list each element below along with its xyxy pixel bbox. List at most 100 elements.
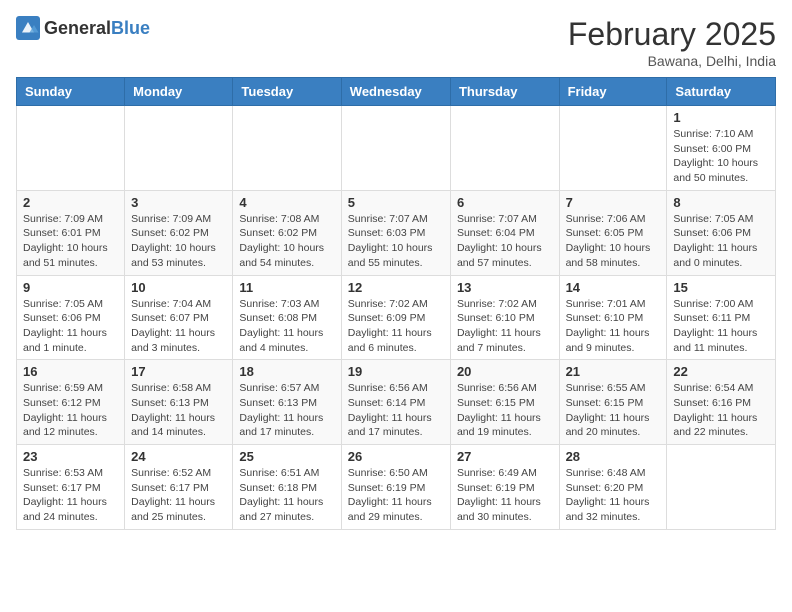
day-number: 1 [673, 110, 769, 125]
calendar-cell: 14Sunrise: 7:01 AM Sunset: 6:10 PM Dayli… [559, 275, 667, 360]
calendar-cell [667, 445, 776, 530]
day-number: 24 [131, 449, 226, 464]
location: Bawana, Delhi, India [568, 53, 776, 69]
day-number: 6 [457, 195, 553, 210]
calendar-cell [559, 106, 667, 191]
day-info: Sunrise: 6:55 AM Sunset: 6:15 PM Dayligh… [566, 381, 661, 440]
day-number: 16 [23, 364, 118, 379]
day-number: 9 [23, 280, 118, 295]
calendar-table: Sunday Monday Tuesday Wednesday Thursday… [16, 77, 776, 530]
calendar-cell: 17 Sunrise: 6:58 AM Sunset: 6:13 PM Dayli… [125, 360, 233, 445]
logo-blue-text: Blue [111, 18, 150, 38]
day-info: Sunrise: 7:09 AM Sunset: 6:01 PM Dayligh… [23, 212, 118, 271]
day-info: Sunrise: 7:06 AM Sunset: 6:05 PM Dayligh… [566, 212, 661, 271]
calendar-cell: 6 Sunrise: 7:07 AM Sunset: 6:04 PM Daylig… [450, 190, 559, 275]
calendar-cell [341, 106, 450, 191]
day-info: Sunrise: 6:58 AM Sunset: 6:13 PM Dayligh… [131, 381, 226, 440]
day-info: Sunrise: 7:00 AM Sunset: 6:11 PM Dayligh… [673, 297, 769, 356]
calendar-week-row: 2 Sunrise: 7:09 AM Sunset: 6:01 PM Daylig… [17, 190, 776, 275]
day-number: 17 [131, 364, 226, 379]
day-number: 26 [348, 449, 444, 464]
calendar-cell: 21 Sunrise: 6:55 AM Sunset: 6:15 PM Dayli… [559, 360, 667, 445]
calendar-cell: 27 Sunrise: 6:49 AM Sunset: 6:19 PM Dayli… [450, 445, 559, 530]
calendar-cell [125, 106, 233, 191]
calendar-cell: 13 Sunrise: 7:02 AM Sunset: 6:10 PM Dayli… [450, 275, 559, 360]
calendar-cell: 20 Sunrise: 6:56 AM Sunset: 6:15 PM Dayli… [450, 360, 559, 445]
day-info: Sunrise: 7:02 AM Sunset: 6:10 PM Dayligh… [457, 297, 553, 356]
day-number: 4 [239, 195, 334, 210]
calendar-cell: 22 Sunrise: 6:54 AM Sunset: 6:16 PM Dayli… [667, 360, 776, 445]
header-tuesday: Tuesday [233, 78, 341, 106]
day-number: 12 [348, 280, 444, 295]
calendar-cell: 10Sunrise: 7:04 AM Sunset: 6:07 PM Dayli… [125, 275, 233, 360]
calendar-cell: 2 Sunrise: 7:09 AM Sunset: 6:01 PM Daylig… [17, 190, 125, 275]
day-number: 7 [566, 195, 661, 210]
calendar-cell [450, 106, 559, 191]
calendar-cell: 4 Sunrise: 7:08 AM Sunset: 6:02 PM Daylig… [233, 190, 341, 275]
calendar-cell: 3Sunrise: 7:09 AM Sunset: 6:02 PM Daylig… [125, 190, 233, 275]
day-number: 8 [673, 195, 769, 210]
day-number: 11 [239, 280, 334, 295]
day-info: Sunrise: 6:56 AM Sunset: 6:15 PM Dayligh… [457, 381, 553, 440]
logo: GeneralBlue [16, 16, 150, 40]
logo-general-text: General [44, 18, 111, 38]
calendar-cell: 8 Sunrise: 7:05 AM Sunset: 6:06 PM Daylig… [667, 190, 776, 275]
day-info: Sunrise: 6:48 AM Sunset: 6:20 PM Dayligh… [566, 466, 661, 525]
day-info: Sunrise: 7:03 AM Sunset: 6:08 PM Dayligh… [239, 297, 334, 356]
day-info: Sunrise: 6:54 AM Sunset: 6:16 PM Dayligh… [673, 381, 769, 440]
calendar-cell: 25Sunrise: 6:51 AM Sunset: 6:18 PM Dayli… [233, 445, 341, 530]
day-number: 3 [131, 195, 226, 210]
calendar-week-row: 9 Sunrise: 7:05 AM Sunset: 6:06 PM Daylig… [17, 275, 776, 360]
day-number: 22 [673, 364, 769, 379]
month-title: February 2025 [568, 16, 776, 53]
calendar-cell: 24 Sunrise: 6:52 AM Sunset: 6:17 PM Dayli… [125, 445, 233, 530]
day-info: Sunrise: 7:05 AM Sunset: 6:06 PM Dayligh… [673, 212, 769, 271]
calendar-cell: 11 Sunrise: 7:03 AM Sunset: 6:08 PM Dayli… [233, 275, 341, 360]
day-info: Sunrise: 6:52 AM Sunset: 6:17 PM Dayligh… [131, 466, 226, 525]
day-number: 2 [23, 195, 118, 210]
day-info: Sunrise: 6:49 AM Sunset: 6:19 PM Dayligh… [457, 466, 553, 525]
day-info: Sunrise: 6:57 AM Sunset: 6:13 PM Dayligh… [239, 381, 334, 440]
day-info: Sunrise: 7:05 AM Sunset: 6:06 PM Dayligh… [23, 297, 118, 356]
day-info: Sunrise: 7:07 AM Sunset: 6:04 PM Dayligh… [457, 212, 553, 271]
header-sunday: Sunday [17, 78, 125, 106]
day-number: 20 [457, 364, 553, 379]
calendar-cell: 15 Sunrise: 7:00 AM Sunset: 6:11 PM Dayli… [667, 275, 776, 360]
day-info: Sunrise: 7:10 AM Sunset: 6:00 PM Dayligh… [673, 127, 769, 186]
day-number: 5 [348, 195, 444, 210]
day-info: Sunrise: 7:02 AM Sunset: 6:09 PM Dayligh… [348, 297, 444, 356]
calendar-cell: 1 Sunrise: 7:10 AM Sunset: 6:00 PM Daylig… [667, 106, 776, 191]
day-info: Sunrise: 6:51 AM Sunset: 6:18 PM Dayligh… [239, 466, 334, 525]
logo-icon [16, 16, 40, 40]
header-wednesday: Wednesday [341, 78, 450, 106]
calendar-cell: 23 Sunrise: 6:53 AM Sunset: 6:17 PM Dayli… [17, 445, 125, 530]
day-number: 23 [23, 449, 118, 464]
calendar-cell: 18 Sunrise: 6:57 AM Sunset: 6:13 PM Dayli… [233, 360, 341, 445]
page-header: GeneralBlue February 2025 Bawana, Delhi,… [16, 16, 776, 69]
calendar-week-row: 16 Sunrise: 6:59 AM Sunset: 6:12 PM Dayli… [17, 360, 776, 445]
calendar-cell: 16 Sunrise: 6:59 AM Sunset: 6:12 PM Dayli… [17, 360, 125, 445]
day-info: Sunrise: 6:59 AM Sunset: 6:12 PM Dayligh… [23, 381, 118, 440]
calendar-cell: 5 Sunrise: 7:07 AM Sunset: 6:03 PM Daylig… [341, 190, 450, 275]
day-number: 27 [457, 449, 553, 464]
calendar-week-row: 1 Sunrise: 7:10 AM Sunset: 6:00 PM Daylig… [17, 106, 776, 191]
weekday-header-row: Sunday Monday Tuesday Wednesday Thursday… [17, 78, 776, 106]
header-saturday: Saturday [667, 78, 776, 106]
day-number: 15 [673, 280, 769, 295]
day-number: 21 [566, 364, 661, 379]
day-info: Sunrise: 7:08 AM Sunset: 6:02 PM Dayligh… [239, 212, 334, 271]
day-number: 18 [239, 364, 334, 379]
calendar-week-row: 23 Sunrise: 6:53 AM Sunset: 6:17 PM Dayli… [17, 445, 776, 530]
day-info: Sunrise: 6:53 AM Sunset: 6:17 PM Dayligh… [23, 466, 118, 525]
calendar-cell: 19Sunrise: 6:56 AM Sunset: 6:14 PM Dayli… [341, 360, 450, 445]
calendar-cell: 28Sunrise: 6:48 AM Sunset: 6:20 PM Dayli… [559, 445, 667, 530]
day-number: 10 [131, 280, 226, 295]
calendar-cell: 26Sunrise: 6:50 AM Sunset: 6:19 PM Dayli… [341, 445, 450, 530]
calendar-cell: 7 Sunrise: 7:06 AM Sunset: 6:05 PM Daylig… [559, 190, 667, 275]
calendar-cell: 9 Sunrise: 7:05 AM Sunset: 6:06 PM Daylig… [17, 275, 125, 360]
day-number: 19 [348, 364, 444, 379]
calendar-cell: 12 Sunrise: 7:02 AM Sunset: 6:09 PM Dayli… [341, 275, 450, 360]
day-info: Sunrise: 7:07 AM Sunset: 6:03 PM Dayligh… [348, 212, 444, 271]
header-thursday: Thursday [450, 78, 559, 106]
day-number: 13 [457, 280, 553, 295]
